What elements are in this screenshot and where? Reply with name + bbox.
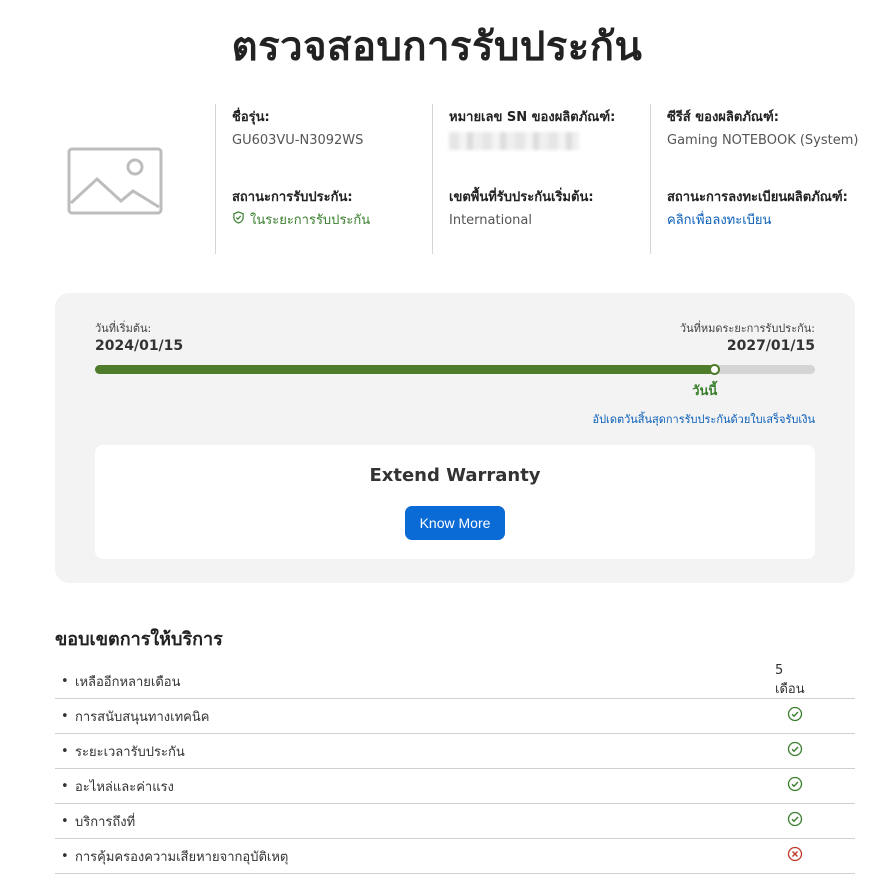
service-row: • บริการถึงที่ — [55, 804, 855, 839]
end-date-label: วันที่หมดระยะการรับประกัน: — [679, 322, 815, 335]
service-value — [775, 706, 815, 726]
product-series-value: Gaming NOTEBOOK (System) — [667, 133, 859, 148]
extend-warranty-title: Extend Warranty — [369, 465, 541, 486]
bullet: • — [61, 673, 69, 689]
shield-check-icon — [232, 211, 245, 231]
know-more-button[interactable]: Know More — [405, 506, 505, 540]
warranty-status-value: ในระยะการรับประกัน — [232, 211, 415, 231]
bullet: • — [61, 813, 69, 829]
model-label: ชื่อรุ่น: — [232, 110, 270, 125]
warranty-status-label: สถานะการรับประกัน: — [232, 190, 353, 205]
check-circle-icon — [787, 811, 803, 831]
service-row: • อะไหล่และค่าแรง — [55, 769, 855, 804]
bullet: • — [61, 848, 69, 864]
page-title: ตรวจสอบการรับประกัน — [231, 24, 643, 70]
service-row: • เหลืออีกหลายเดือน 5 เดือน — [55, 663, 855, 699]
warranty-region-label: เขตพื้นที่รับประกันเริ่มต้น: — [449, 190, 594, 205]
info-column-series: ซีรีส์ ของผลิตภัณฑ์: Gaming NOTEBOOK (Sy… — [650, 104, 860, 254]
service-label: การสนับสนุนทางเทคนิค — [75, 709, 210, 725]
service-label: อะไหล่และค่าแรง — [75, 779, 174, 795]
service-label: ระยะเวลารับประกัน — [75, 744, 185, 760]
update-end-date-link[interactable]: อัปเดตวันสิ้นสุดการรับประกันด้วยใบเสร็จร… — [592, 410, 815, 428]
info-column-sn: หมายเลข SN ของผลิตภัณฑ์: เขตพื้นที่รับปร… — [432, 104, 632, 254]
start-date-value: 2024/01/15 — [95, 338, 184, 354]
product-series-label: ซีรีส์ ของผลิตภัณฑ์: — [667, 110, 779, 125]
model-value: GU603VU-N3092WS — [232, 133, 364, 148]
service-value — [775, 741, 815, 761]
warranty-status-text: ในระยะการรับประกัน — [250, 213, 371, 228]
serial-number-redacted — [449, 132, 579, 150]
service-value: 5 เดือน — [775, 663, 805, 697]
extend-warranty-card: Extend Warranty Know More — [95, 445, 815, 559]
warranty-progress-fill — [95, 365, 715, 374]
service-value — [775, 776, 815, 796]
check-circle-icon — [787, 741, 803, 761]
warranty-period-panel: วันที่เริ่มต้น: 2024/01/15 วันที่หมดระยะ… — [55, 293, 855, 583]
bullet: • — [61, 743, 69, 759]
check-circle-icon — [787, 706, 803, 726]
service-scope-heading: ขอบเขตการให้บริการ — [55, 629, 223, 650]
service-row: • การสนับสนุนทางเทคนิค — [55, 699, 855, 734]
bullet: • — [61, 778, 69, 794]
service-label: เหลืออีกหลายเดือน — [75, 674, 181, 690]
warranty-region-value: International — [449, 213, 532, 228]
image-placeholder-icon — [67, 147, 163, 215]
service-row: • การคุ้มครองความเสียหายจากอุบัติเหตุ — [55, 839, 855, 874]
registration-status-label: สถานะการลงทะเบียนผลิตภัณฑ์: — [667, 190, 848, 205]
warranty-progress-bar — [95, 364, 815, 375]
end-date-value: 2027/01/15 — [726, 338, 815, 354]
serial-number-label: หมายเลข SN ของผลิตภัณฑ์: — [449, 110, 616, 125]
check-circle-icon — [787, 776, 803, 796]
start-date-label: วันที่เริ่มต้น: — [95, 322, 152, 335]
register-link[interactable]: คลิกเพื่อลงทะเบียน — [667, 211, 860, 231]
today-marker — [709, 364, 721, 375]
service-value — [775, 811, 815, 831]
service-label: บริการถึงที่ — [75, 814, 136, 830]
today-label: วันนี้ — [692, 384, 718, 399]
bullet: • — [61, 708, 69, 724]
service-row: • ระยะเวลารับประกัน — [55, 734, 855, 769]
service-scope-list: • เหลืออีกหลายเดือน 5 เดือน • การสนับสนุนทาง… — [55, 663, 855, 874]
service-value — [775, 846, 815, 866]
x-circle-icon — [787, 846, 803, 866]
info-column-model: ชื่อรุ่น: GU603VU-N3092WS สถานะการรับประ… — [215, 104, 415, 254]
service-label: การคุ้มครองความเสียหายจากอุบัติเหตุ — [75, 849, 289, 865]
